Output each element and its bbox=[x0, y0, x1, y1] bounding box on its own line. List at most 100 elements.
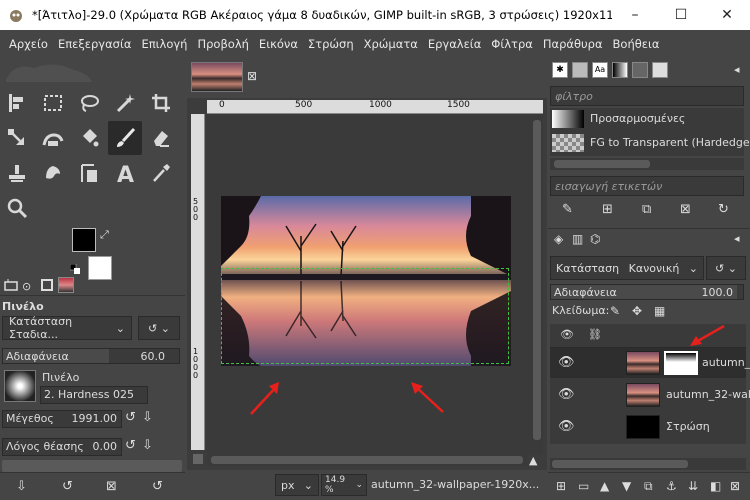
layers-tab-icon[interactable]: ◈ bbox=[554, 232, 563, 246]
eye-icon[interactable]: 👁 bbox=[558, 387, 575, 402]
brushes-scrollbar[interactable] bbox=[550, 158, 744, 170]
brushes-scroll-thumb[interactable] bbox=[554, 160, 650, 168]
menu-tools[interactable]: Εργαλεία bbox=[423, 37, 486, 51]
brush-size-slider[interactable]: Μέγεθος 1991.00 bbox=[2, 410, 122, 428]
lock-alpha-icon[interactable]: ▦ bbox=[654, 304, 665, 318]
menu-file[interactable]: Αρχείο bbox=[4, 37, 53, 51]
dock-menu-icon[interactable]: ◂ bbox=[734, 63, 740, 76]
bucket-fill-tool-icon[interactable] bbox=[72, 121, 106, 155]
menu-layer[interactable]: Στρώση bbox=[303, 37, 359, 51]
layers-dock-menu-icon[interactable]: ◂ bbox=[734, 232, 740, 245]
document-history-tab-icon[interactable] bbox=[652, 62, 668, 78]
canvas-horizontal-scrollbar[interactable] bbox=[207, 454, 527, 466]
menu-windows[interactable]: Παράθυρα bbox=[538, 37, 608, 51]
menu-colors[interactable]: Χρώματα bbox=[359, 37, 423, 51]
fuzzy-select-tool-icon[interactable] bbox=[108, 86, 142, 120]
layer-row[interactable]: 👁 autumn_32-wallp bbox=[550, 380, 750, 410]
edit-brush-icon[interactable]: ✎ bbox=[562, 202, 573, 217]
zoom-tool-icon[interactable] bbox=[0, 191, 34, 225]
paintbrush-tool-icon[interactable] bbox=[108, 121, 142, 155]
brushes-tab-icon[interactable]: ✱ bbox=[552, 62, 568, 78]
eye-icon[interactable]: 👁 bbox=[558, 355, 575, 370]
size-reset-icon[interactable]: ↺ bbox=[125, 410, 136, 425]
lock-position-icon[interactable]: ✥ bbox=[632, 304, 642, 318]
layers-scroll-thumb[interactable] bbox=[552, 460, 688, 468]
selection-marquee[interactable] bbox=[221, 268, 509, 364]
menu-filters[interactable]: Φίλτρα bbox=[486, 37, 538, 51]
rect-select-tool-icon[interactable] bbox=[36, 86, 70, 120]
layer-row[interactable]: 👁 Στρώση bbox=[550, 412, 746, 442]
menu-image[interactable]: Εικόνα bbox=[254, 37, 303, 51]
menu-view[interactable]: Προβολή bbox=[192, 37, 253, 51]
perspective-clone-tool-icon[interactable] bbox=[72, 156, 106, 190]
quick-mask-toggle[interactable] bbox=[193, 454, 203, 464]
menu-edit[interactable]: Επεξεργασία bbox=[53, 37, 136, 51]
canvas-image[interactable] bbox=[221, 196, 511, 366]
text-tool-icon[interactable]: A bbox=[108, 156, 142, 190]
align-tool-icon[interactable] bbox=[0, 86, 34, 120]
brush-preview-thumb[interactable] bbox=[4, 370, 36, 402]
unified-transform-tool-icon[interactable] bbox=[0, 121, 34, 155]
fonts-tab-icon[interactable]: Aa bbox=[592, 62, 608, 78]
unit-dropdown[interactable]: px ⌄ bbox=[275, 474, 319, 496]
delete-options-icon[interactable]: ⊠ bbox=[106, 479, 117, 494]
channels-tab-icon[interactable]: ▥ bbox=[572, 232, 583, 246]
merge-layer-icon[interactable]: ⇊ bbox=[688, 479, 698, 493]
image-tab-thumb[interactable] bbox=[191, 62, 243, 92]
horizontal-ruler[interactable]: 0 500 1000 1500 bbox=[207, 100, 543, 114]
tool-options-scrollbar[interactable] bbox=[2, 460, 182, 472]
delete-brush-icon[interactable]: ⊠ bbox=[680, 202, 691, 217]
reset-options-icon[interactable]: ↺ bbox=[152, 479, 163, 494]
new-group-icon[interactable]: ▭ bbox=[578, 479, 589, 493]
layer-mode-reset-button[interactable]: ↺ ⌄ bbox=[706, 256, 746, 280]
vertical-scroll-thumb[interactable] bbox=[533, 120, 541, 440]
layer-mask-icon[interactable]: ◧ bbox=[710, 479, 721, 493]
default-colors-icon[interactable] bbox=[69, 263, 80, 274]
foreground-color-swatch[interactable] bbox=[72, 228, 96, 252]
brush-filter-input[interactable]: φίλτρο bbox=[550, 86, 744, 106]
restore-options-icon[interactable]: ↺ bbox=[62, 479, 73, 494]
patterns-tab-icon[interactable] bbox=[572, 62, 588, 78]
navigate-icon[interactable]: ▲ bbox=[529, 454, 537, 467]
save-options-icon[interactable]: ⇩ bbox=[16, 479, 27, 494]
smudge-tool-icon[interactable] bbox=[36, 156, 70, 190]
aspect-ratio-slider[interactable]: Λόγος θέασης 0.00 bbox=[2, 438, 122, 456]
size-link-icon[interactable]: ⇩ bbox=[142, 410, 153, 425]
new-layer-icon[interactable]: ⊞ bbox=[556, 479, 566, 493]
canvas-vertical-scrollbar[interactable] bbox=[531, 114, 543, 454]
clone-tool-icon[interactable] bbox=[0, 156, 34, 190]
gradients-tab-icon[interactable] bbox=[612, 62, 628, 78]
minimize-button[interactable]: – bbox=[612, 0, 658, 30]
horizontal-scroll-thumb[interactable] bbox=[211, 456, 523, 464]
refresh-brushes-icon[interactable]: ↻ bbox=[718, 202, 729, 217]
paint-mode-dropdown[interactable]: Κατάσταση Σταδια... ⌄ bbox=[2, 315, 132, 341]
layers-scrollbar[interactable] bbox=[550, 458, 746, 470]
menu-select[interactable]: Επιλογή bbox=[136, 37, 192, 51]
brush-opacity-slider[interactable]: Αδιαφάνεια 60.0 bbox=[2, 348, 180, 364]
tool-options-tab-icon[interactable] bbox=[4, 278, 18, 292]
mode-reset-button[interactable]: ↺ ⌄ bbox=[138, 316, 180, 340]
new-brush-icon[interactable]: ⊞ bbox=[602, 202, 613, 217]
lower-layer-icon[interactable]: ▼ bbox=[622, 479, 631, 493]
images-tab-thumb[interactable] bbox=[58, 277, 74, 293]
warp-tool-icon[interactable] bbox=[36, 121, 70, 155]
duplicate-brush-icon[interactable]: ⧉ bbox=[642, 202, 651, 217]
layer-opacity-slider[interactable]: Αδιαφάνεια 100.0 bbox=[550, 284, 744, 300]
maximize-button[interactable]: ☐ bbox=[658, 0, 704, 30]
tag-input[interactable]: εισαγωγή ετικετών bbox=[550, 176, 744, 196]
layer-mask-thumb[interactable] bbox=[664, 351, 698, 375]
raise-layer-icon[interactable]: ▲ bbox=[600, 479, 609, 493]
brush-list-item[interactable]: FG to Transparent (Hardedge bbox=[550, 132, 750, 154]
canvas-viewport[interactable] bbox=[207, 114, 531, 454]
brush-name-field[interactable]: 2. Hardness 025 bbox=[40, 386, 148, 404]
close-tab-icon[interactable]: ⊠ bbox=[247, 69, 257, 83]
layer-row[interactable]: 👁 autumn_ bbox=[550, 348, 750, 378]
aspect-link-icon[interactable]: ⇩ bbox=[142, 438, 153, 453]
layer-mode-dropdown[interactable]: Κατάσταση Κανονική ⌄ bbox=[550, 256, 704, 280]
delete-layer-icon[interactable]: ⊠ bbox=[730, 479, 740, 493]
zoom-dropdown[interactable]: 14.9 % ⌄ bbox=[321, 474, 367, 496]
duplicate-layer-icon[interactable]: ⧉ bbox=[644, 479, 653, 494]
aspect-reset-icon[interactable]: ↺ bbox=[125, 438, 136, 453]
anchor-layer-icon[interactable]: ⚓ bbox=[666, 479, 677, 493]
undo-history-tab-icon[interactable] bbox=[40, 278, 54, 292]
